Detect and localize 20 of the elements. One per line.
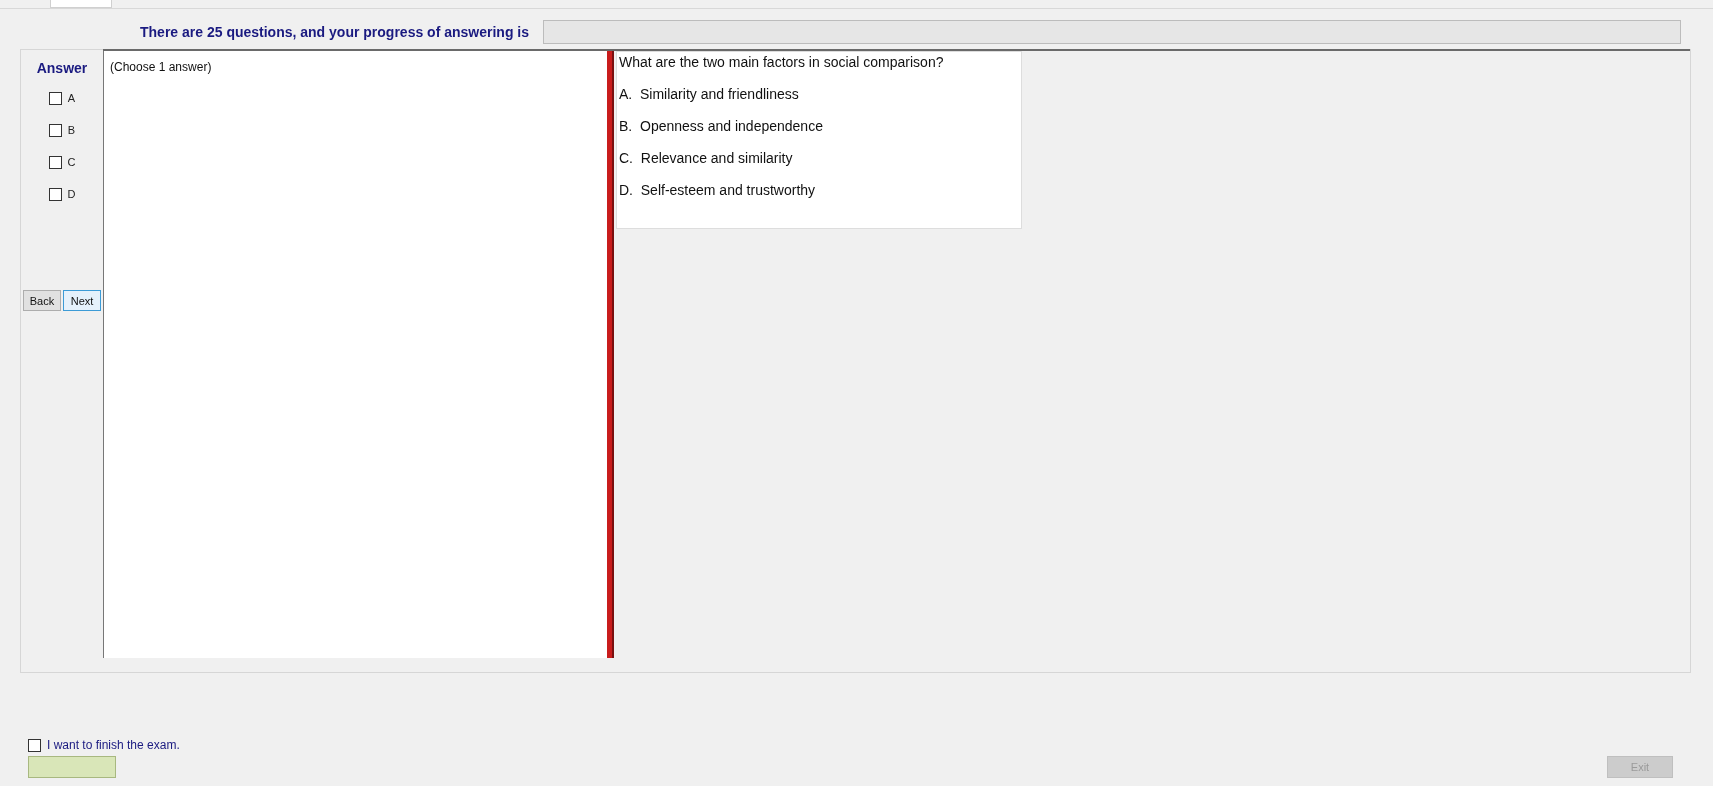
choice-text: D. Self-esteem and trustworthy xyxy=(619,182,817,198)
option-label: C xyxy=(67,156,76,168)
checkbox[interactable] xyxy=(48,91,62,105)
next-button[interactable]: Next xyxy=(63,290,101,311)
answer-title: Answer xyxy=(36,60,88,76)
checkbox[interactable] xyxy=(48,155,62,169)
checkbox[interactable] xyxy=(48,123,62,137)
checkbox[interactable] xyxy=(48,187,62,201)
answer-hint: (Choose 1 answer) xyxy=(110,60,212,74)
option-label: D xyxy=(67,188,76,200)
progress-label: There are 25 questions, and your progress of answering is xyxy=(140,24,529,40)
choice-text: C. Relevance and similarity xyxy=(619,150,794,166)
finish-label: I want to finish the exam. xyxy=(47,738,180,752)
back-button[interactable]: Back xyxy=(23,290,61,311)
option-label: B xyxy=(67,124,76,136)
choice-text: A. Similarity and friendliness xyxy=(619,86,800,102)
option-label: A xyxy=(67,92,76,104)
finish-checkbox[interactable] xyxy=(28,738,41,752)
question-text: What are the two main factors in social comparison? xyxy=(619,54,945,70)
choice-text: B. Openness and independence xyxy=(619,118,824,134)
